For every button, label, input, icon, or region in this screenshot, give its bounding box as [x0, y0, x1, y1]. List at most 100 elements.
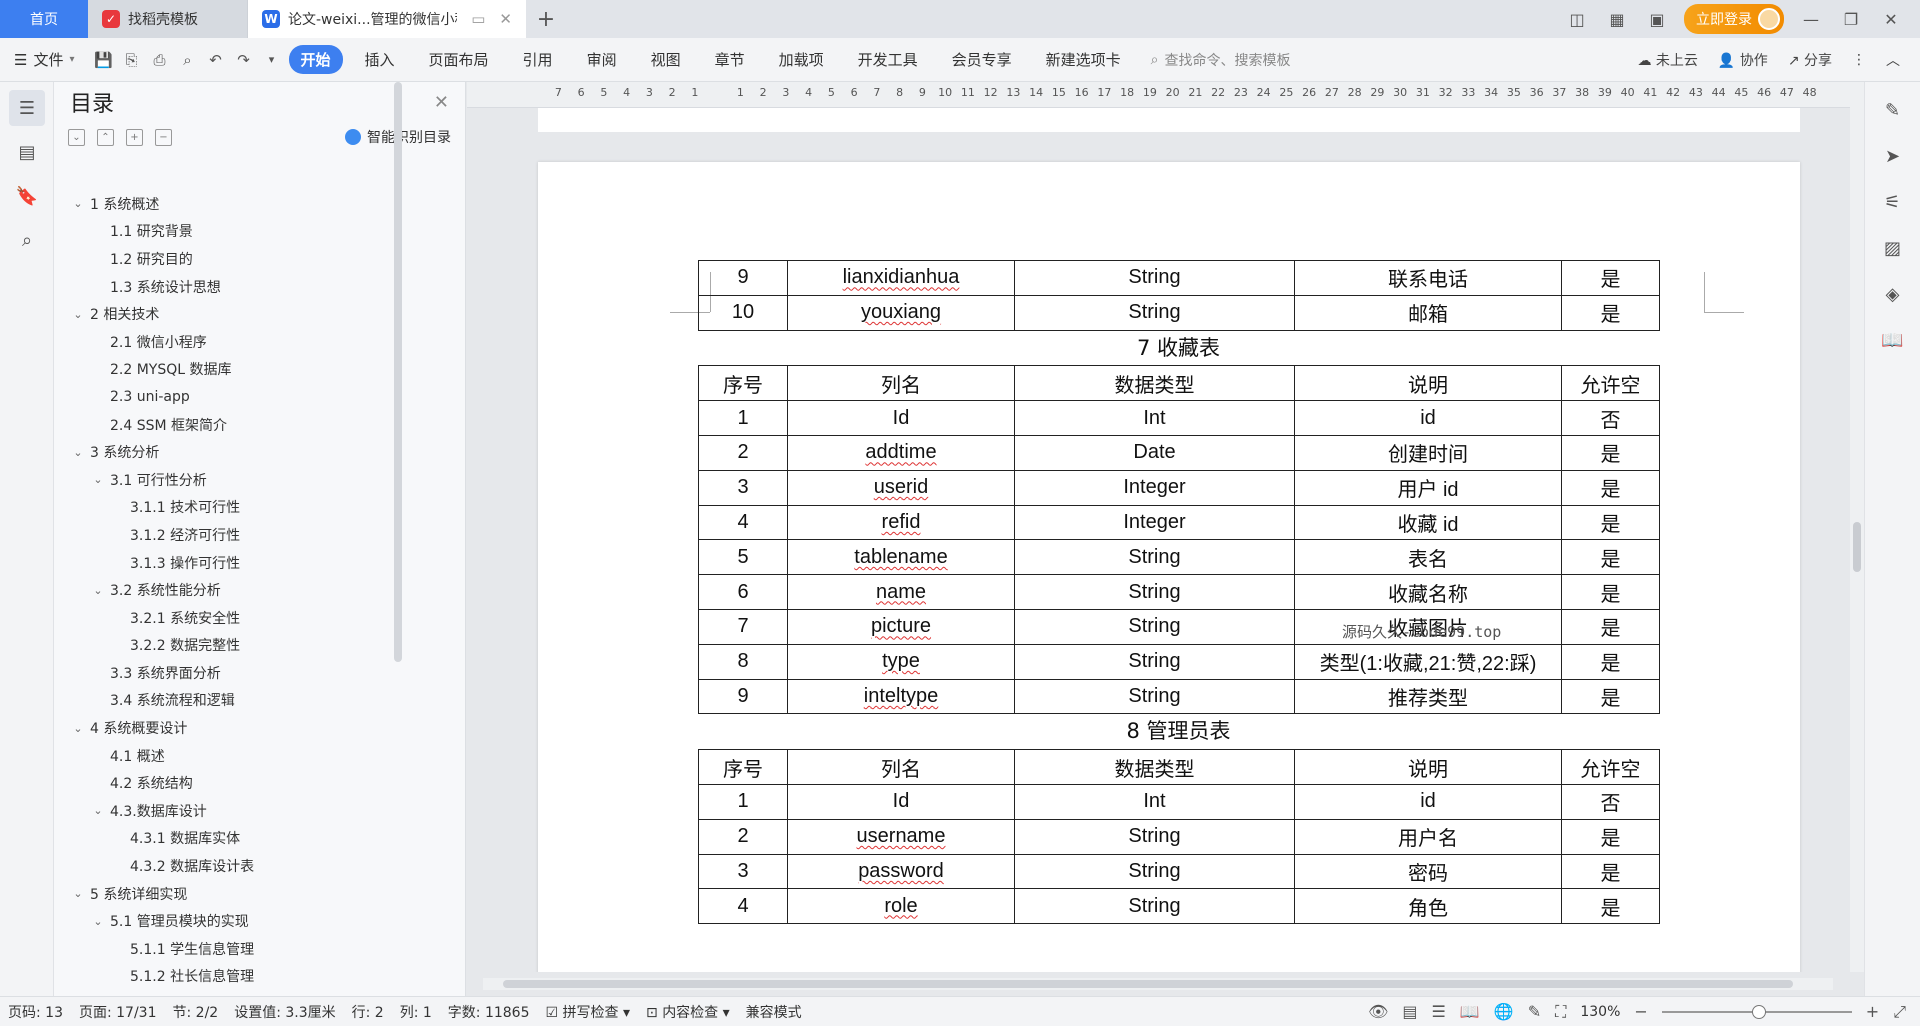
save-icon[interactable]: 💾	[93, 49, 115, 71]
table-cell[interactable]: password	[787, 853, 1015, 890]
status-word-count[interactable]: 字数: 11865	[448, 1002, 530, 1022]
ribbon-tab-insert[interactable]: 插入	[353, 45, 407, 74]
ribbon-tab-chapter[interactable]: 章节	[703, 45, 757, 74]
chevron-down-icon[interactable]: ⌄	[70, 722, 86, 735]
fullscreen-icon[interactable]: ⤢	[1893, 1002, 1906, 1022]
table-cell[interactable]: String	[1014, 294, 1295, 331]
undo-icon[interactable]: ↶	[205, 49, 227, 71]
find-icon[interactable]: ⌕	[9, 222, 45, 258]
navigation-icon[interactable]: ◈	[1875, 276, 1911, 312]
zoom-slider[interactable]	[1661, 1004, 1852, 1019]
ribbon-tab-new[interactable]: 新建选项卡	[1034, 45, 1133, 74]
toc-item[interactable]: 4.3.1 数据库实体	[54, 825, 446, 853]
table-cell[interactable]: 推荐类型	[1294, 678, 1562, 715]
toc-item[interactable]: ⌄ 2 相关技术	[54, 300, 446, 328]
table-cell[interactable]: lianxidianhua	[787, 260, 1015, 296]
table-cell[interactable]: 是	[1561, 539, 1660, 576]
toc-item[interactable]: ⌄ 4.3.数据库设计	[54, 797, 446, 825]
toc-item[interactable]: 3.2.1 系统安全性	[54, 604, 446, 632]
table-cell[interactable]: 否	[1561, 783, 1660, 820]
table-cell[interactable]: String	[1014, 260, 1295, 296]
close-tab-icon[interactable]: ✕	[499, 10, 512, 28]
table-cell[interactable]: String	[1014, 643, 1295, 680]
zoom-in-icon[interactable]: +	[1866, 1002, 1879, 1021]
horizontal-scrollbar[interactable]	[483, 978, 1833, 990]
table-cell[interactable]: Date	[1014, 434, 1295, 471]
chevron-down-icon[interactable]: ⌄	[70, 446, 86, 459]
table-header-cell[interactable]: 列名	[787, 749, 1015, 785]
table-cell[interactable]: 10	[698, 294, 788, 331]
table-cell[interactable]: 是	[1561, 608, 1660, 645]
toc-item[interactable]: 4.1 概述	[54, 742, 446, 770]
toc-item[interactable]: 2.3 uni-app	[54, 383, 446, 411]
redo-icon[interactable]: ↷	[233, 49, 255, 71]
close-icon[interactable]: ✕	[434, 92, 449, 113]
ribbon-tab-member[interactable]: 会员专享	[940, 45, 1024, 74]
table-cell[interactable]: 是	[1561, 678, 1660, 715]
table-cell[interactable]: type	[787, 643, 1015, 680]
zoom-knob[interactable]	[1751, 1004, 1766, 1019]
table-cell[interactable]: refid	[787, 504, 1015, 541]
adjust-icon[interactable]: ⚟	[1875, 184, 1911, 220]
table-cell[interactable]: Integer	[1014, 504, 1295, 541]
table-cell[interactable]: 6	[698, 574, 788, 610]
apps-grid-icon[interactable]: ▦	[1604, 10, 1630, 29]
ribbon-tab-addins[interactable]: 加载项	[767, 45, 836, 74]
close-window-icon[interactable]: ✕	[1878, 10, 1904, 29]
bookmark-icon[interactable]: 🔖	[9, 178, 45, 214]
toc-icon[interactable]: ☰	[9, 90, 45, 126]
table-cell[interactable]: 是	[1561, 434, 1660, 471]
export-pdf-icon[interactable]: ⎘	[121, 49, 143, 71]
document-area[interactable]: 9 lianxidianhua String 联系电话是 10 youxiang Strin…	[467, 108, 1850, 972]
toc-item[interactable]: ⌄ 3.1 可行性分析	[54, 466, 446, 494]
table-cell[interactable]: 表名	[1294, 539, 1562, 576]
table-cell[interactable]: 2	[698, 434, 788, 471]
status-page[interactable]: 页面: 17/31	[79, 1002, 157, 1022]
zoom-out-icon[interactable]: −	[1634, 1002, 1647, 1021]
expand-all-icon[interactable]: ⌄	[68, 128, 85, 146]
collapse-all-icon[interactable]: ⌃	[97, 128, 114, 146]
table-cell[interactable]: 收藏 id	[1294, 504, 1562, 541]
table-cell[interactable]: addtime	[787, 434, 1015, 471]
table-cell[interactable]: role	[787, 888, 1015, 925]
eye-protection-icon[interactable]: 👁	[1368, 1002, 1388, 1021]
table-cell[interactable]: 是	[1561, 574, 1660, 610]
table-cell[interactable]: 密码	[1294, 853, 1562, 890]
table-header-cell[interactable]: 数据类型	[1014, 749, 1295, 785]
toc-scrollbar[interactable]	[394, 82, 402, 662]
select-cursor-icon[interactable]: ➤	[1875, 138, 1911, 174]
table-cell[interactable]: 是	[1561, 888, 1660, 925]
toc-item[interactable]: 4.3.2 数据库设计表	[54, 852, 446, 880]
cloud-status[interactable]: ☁ 未上云	[1637, 50, 1697, 70]
table-cell[interactable]: 是	[1561, 853, 1660, 890]
table-cell[interactable]: 是	[1561, 469, 1660, 506]
table-cell[interactable]: 9	[698, 678, 788, 715]
content-check-toggle[interactable]: ⊡ 内容检查 ▾	[646, 1002, 730, 1022]
status-setting[interactable]: 设置值: 3.3厘米	[234, 1002, 335, 1022]
collab-button[interactable]: 👤 协作	[1718, 50, 1768, 70]
toc-item[interactable]: 3.3 系统界面分析	[54, 659, 446, 687]
table-cell[interactable]: 收藏名称	[1294, 574, 1562, 610]
table-cell[interactable]: 是	[1561, 818, 1660, 855]
pin-icon[interactable]: ▭	[471, 10, 485, 28]
tab-home[interactable]: 首页	[0, 0, 88, 38]
nav-pane-icon[interactable]: ▤	[9, 134, 45, 170]
toc-item[interactable]: ⌄ 5 系统详细实现	[54, 880, 446, 908]
table-cell[interactable]: 创建时间	[1294, 434, 1562, 471]
table-cell[interactable]: 8	[698, 643, 788, 680]
table-header-cell[interactable]: 允许空	[1561, 365, 1660, 402]
fit-page-icon[interactable]: ⛶	[1555, 1002, 1566, 1022]
toc-item[interactable]: 3.2.2 数据完整性	[54, 632, 446, 660]
table-header-cell[interactable]: 说明	[1294, 749, 1562, 785]
add-level-icon[interactable]: +	[126, 128, 143, 146]
table-cell[interactable]: 2	[698, 818, 788, 855]
table-cell[interactable]: 联系电话	[1294, 260, 1562, 296]
page-view-icon[interactable]: ▤	[1402, 1002, 1417, 1021]
write-mode-icon[interactable]: ✎	[1528, 1002, 1541, 1021]
table-cell[interactable]: userid	[787, 469, 1015, 506]
toc-item[interactable]: 1.1 研究背景	[54, 218, 446, 246]
minimize-icon[interactable]: —	[1798, 10, 1824, 29]
layout-icon[interactable]: ◫	[1564, 10, 1590, 29]
ribbon-tab-layout[interactable]: 页面布局	[417, 45, 501, 74]
toc-item[interactable]: ⌄ 5.1 管理员模块的实现	[54, 907, 446, 935]
